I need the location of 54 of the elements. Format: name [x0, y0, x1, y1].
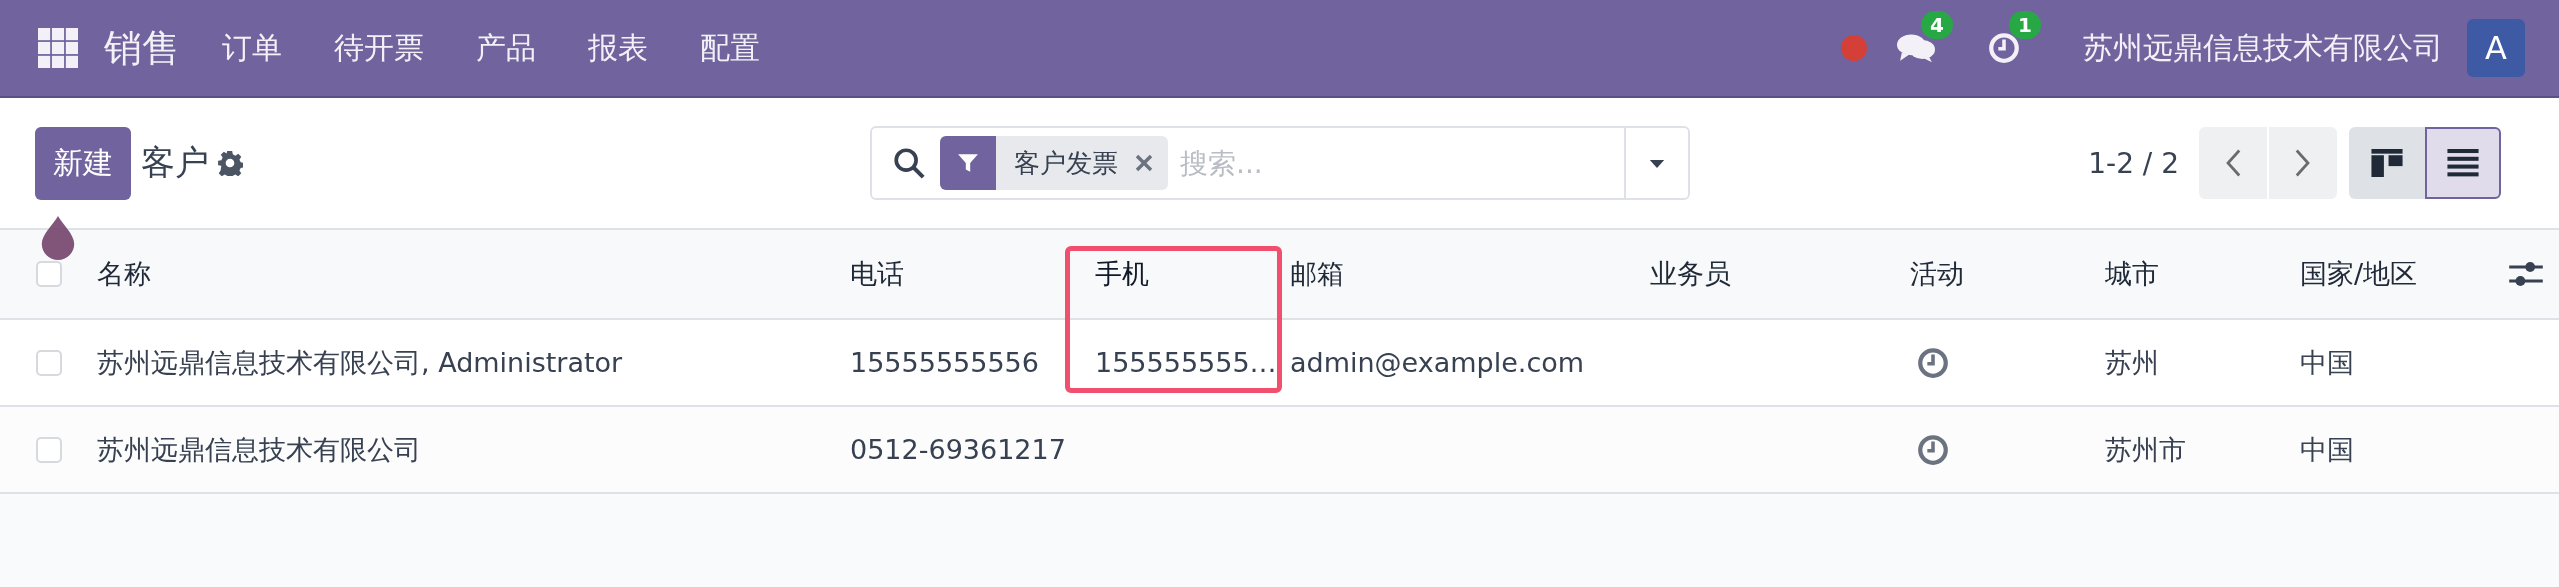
menu-item[interactable]: 配置	[700, 27, 760, 69]
row-checkbox[interactable]	[36, 436, 62, 463]
menu-item[interactable]: 订单	[222, 27, 282, 69]
clock-icon[interactable]	[1916, 345, 1950, 380]
company-name[interactable]: 苏州远鼎信息技术有限公司	[2083, 27, 2443, 69]
new-button[interactable]: 新建	[35, 126, 131, 200]
count-badge: 4	[1921, 11, 1953, 39]
menu-item[interactable]: 产品	[476, 27, 536, 69]
list-view-button[interactable]	[2425, 127, 2501, 199]
chevron-left-icon	[2224, 148, 2242, 178]
list-icon	[2447, 149, 2479, 177]
close-icon[interactable]	[1134, 153, 1154, 173]
facet-label: 客户发票	[1013, 146, 1119, 180]
user-avatar[interactable]: A	[2467, 19, 2525, 77]
app-name[interactable]: 销售	[104, 22, 180, 74]
funnel-icon	[957, 152, 979, 174]
apps-menu-icon[interactable]	[38, 28, 78, 68]
search-input[interactable]: 搜索...	[1178, 128, 1624, 198]
kanban-icon	[2371, 149, 2403, 177]
search-field[interactable]: 客户发票 搜索...	[870, 126, 1690, 200]
caret-icon	[1648, 157, 1666, 169]
page-title: 客户	[141, 141, 209, 184]
search-icon	[892, 146, 926, 180]
table-cell-text: 苏州远鼎信息技术有限公司, Administrator	[97, 345, 624, 380]
status-dot	[1841, 35, 1867, 61]
column-header[interactable]: 国家/地区	[2300, 256, 2418, 292]
column-header[interactable]: 邮箱	[1290, 256, 1344, 292]
table-cell-text: 苏州远鼎信息技术有限公司	[97, 432, 422, 467]
kanban-view-button[interactable]	[2349, 127, 2425, 199]
clock-icon[interactable]	[1916, 432, 1950, 467]
row-checkbox[interactable]	[36, 349, 62, 376]
table-cell-text: 中国	[2300, 432, 2355, 467]
select-all-checkbox[interactable]	[36, 261, 62, 287]
menu-item[interactable]: 待开票	[334, 27, 424, 69]
settings-icon[interactable]	[217, 150, 243, 176]
column-header[interactable]: 业务员	[1650, 256, 1731, 292]
column-header[interactable]: 城市	[2105, 256, 2159, 292]
menu-item[interactable]: 报表	[588, 27, 648, 69]
table-cell-text: 155555555…	[1095, 347, 1278, 378]
table-cell-text: 0512-69361217	[850, 434, 1067, 465]
table-cell-text: admin@example.com	[1290, 347, 1586, 378]
column-header[interactable]: 名称	[97, 256, 151, 292]
column-settings-icon[interactable]	[2509, 260, 2543, 288]
chevron-right-icon	[2294, 148, 2312, 178]
pager-value: 1-2 / 2	[2088, 146, 2179, 180]
column-header[interactable]: 电话	[850, 256, 904, 292]
table-cell-text: 苏州市	[2105, 432, 2187, 467]
column-header[interactable]: 活动	[1910, 256, 1964, 292]
table-cell-text: 苏州	[2105, 345, 2160, 380]
count-badge: 1	[2009, 11, 2041, 39]
table-cell-text: 中国	[2300, 345, 2355, 380]
drop-icon	[40, 216, 76, 260]
column-header[interactable]: 手机	[1095, 256, 1149, 292]
table-cell-text: 15555555556	[850, 347, 1040, 378]
